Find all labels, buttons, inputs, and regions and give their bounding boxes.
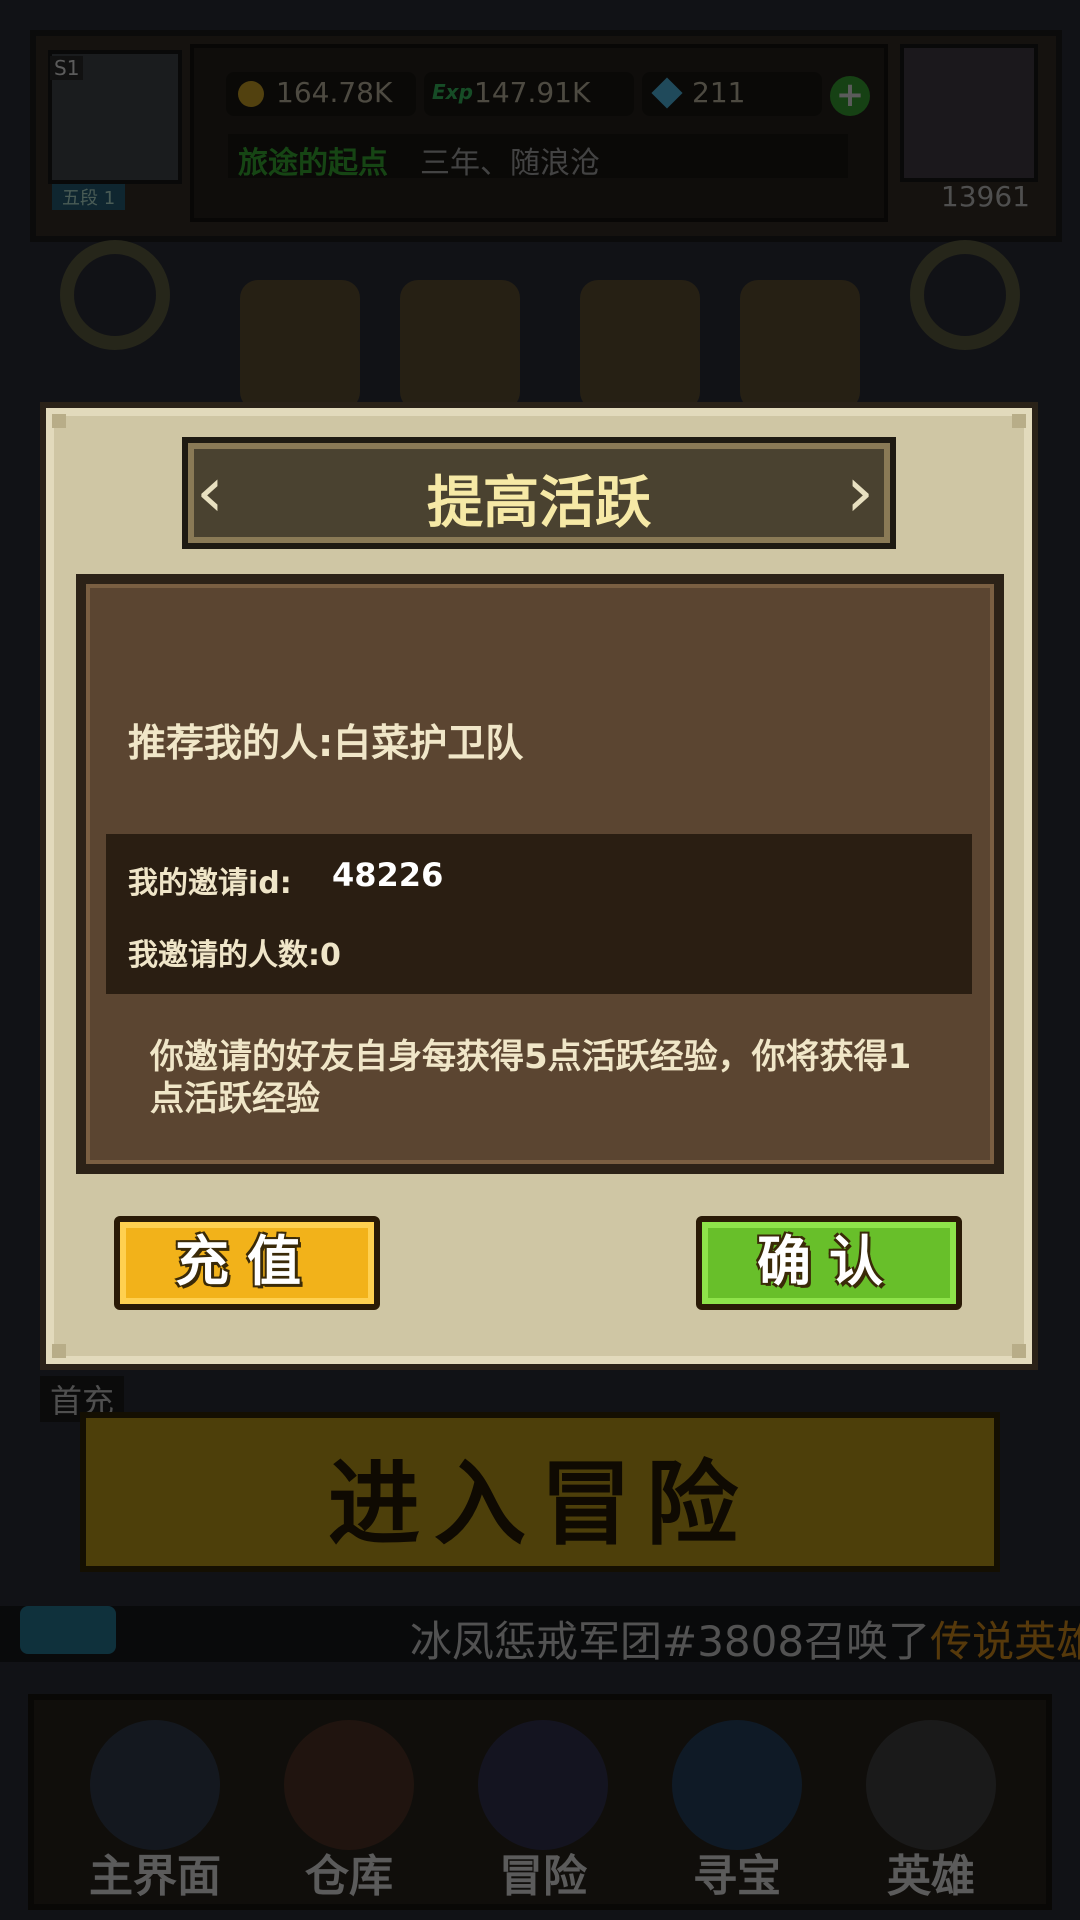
confirm-button[interactable]: 确认 [696,1216,962,1310]
corner-ornament [1012,414,1026,428]
referrer-text: 推荐我的人:白菜护卫队 [128,721,524,765]
corner-ornament [1012,1344,1026,1358]
corner-ornament [52,414,66,428]
invite-id-label: 我的邀请id: [128,866,292,901]
invite-description: 你邀请的好友自身每获得5点活跃经验，你将获得1点活跃经验 [150,1037,912,1119]
invite-count: 我邀请的人数:0 [128,938,341,973]
dialog-title: 提高活跃 [427,471,651,536]
corner-ornament [52,1344,66,1358]
invite-id-value: 48226 [332,856,444,894]
recharge-button[interactable]: 充值 [114,1216,380,1310]
